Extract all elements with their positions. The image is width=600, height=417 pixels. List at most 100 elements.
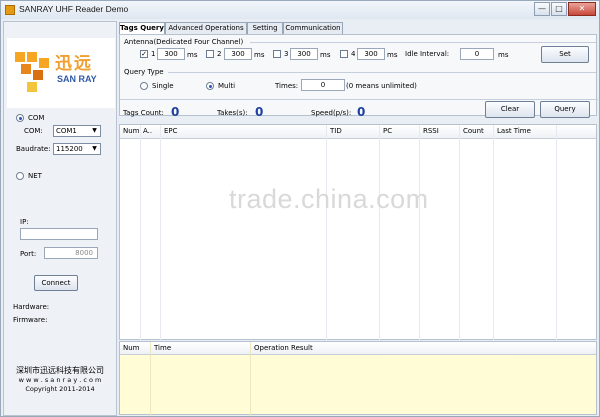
column-divider <box>459 125 460 341</box>
section-divider <box>120 99 598 100</box>
clear-button[interactable]: Clear <box>485 101 535 118</box>
column-header[interactable]: Last Time <box>497 127 531 135</box>
ip-label: IP: <box>20 218 29 226</box>
app-window: SANRAY UHF Reader Demo — □ ✕ 迅远 SAN RAY … <box>0 0 600 417</box>
antenna-3-label: 3 <box>284 50 289 58</box>
baudrate-select[interactable]: 115200 ▼ <box>53 143 101 155</box>
query-type-group-label: Query Type <box>124 68 164 76</box>
title-bar: SANRAY UHF Reader Demo — □ ✕ <box>1 1 599 19</box>
tags-table-header: Num A.. EPC TID PC RSSI Count Last Time <box>120 125 596 139</box>
column-header[interactable]: PC <box>383 127 392 135</box>
logo-english: SAN RAY <box>57 74 97 84</box>
minimize-button[interactable]: — <box>534 2 550 16</box>
tags-count-value: 0 <box>171 105 180 119</box>
copyright: Copyright 2011-2014 <box>25 385 95 393</box>
logo-square-icon <box>39 58 49 68</box>
antenna-4-unit: ms <box>387 51 398 59</box>
logo-square-icon <box>27 52 37 62</box>
column-header[interactable]: TID <box>330 127 342 135</box>
idle-interval-unit: ms <box>498 51 509 59</box>
maximize-button[interactable]: □ <box>551 2 567 16</box>
column-header[interactable]: Num <box>123 127 140 135</box>
idle-interval-label: Idle Interval: <box>405 50 450 58</box>
times-label: Times: <box>275 82 299 90</box>
com-port-label: COM: <box>24 127 43 135</box>
chevron-down-icon: ▼ <box>92 127 97 134</box>
logo-chinese: 迅远 <box>55 54 93 74</box>
column-divider <box>556 125 557 341</box>
antenna-4-dwell-input[interactable]: 300 <box>357 48 385 60</box>
antenna-3-dwell-input[interactable]: 300 <box>290 48 318 60</box>
logo-square-icon <box>15 52 25 62</box>
checkmark-icon: ✓ <box>141 50 147 58</box>
column-header[interactable]: Count <box>463 127 484 135</box>
antenna-1-label: 1 <box>151 50 156 58</box>
baudrate-value: 115200 <box>56 145 83 153</box>
antenna-2-checkbox[interactable] <box>206 50 214 58</box>
antenna-2-label: 2 <box>217 50 222 58</box>
column-divider <box>140 125 141 341</box>
baudrate-label: Baudrate: <box>16 145 51 153</box>
column-divider <box>379 125 380 341</box>
net-radio-label: NET <box>28 172 42 180</box>
group-divider <box>250 42 596 43</box>
close-button[interactable]: ✕ <box>568 2 596 16</box>
column-divider <box>250 342 251 416</box>
port-label: Port: <box>20 250 37 258</box>
operation-log-table[interactable]: Num Time Operation Result <box>119 341 597 416</box>
antenna-group-label: Antenna(Dedicated Four Channel) <box>124 38 244 46</box>
column-header[interactable]: Num <box>123 344 140 352</box>
antenna-1-unit: ms <box>187 51 198 59</box>
column-divider <box>326 125 327 341</box>
tags-count-label: Tags Count: <box>123 109 164 117</box>
tab-advanced-operations[interactable]: Advanced Operations <box>165 22 247 34</box>
antenna-4-checkbox[interactable] <box>340 50 348 58</box>
window-title: SANRAY UHF Reader Demo <box>19 4 129 14</box>
com-port-value: COM1 <box>56 127 77 135</box>
antenna-4-label: 4 <box>351 50 356 58</box>
antenna-2-dwell-input[interactable]: 300 <box>224 48 252 60</box>
watermark: trade.china.com <box>229 184 429 214</box>
com-port-select[interactable]: COM1 ▼ <box>53 125 101 137</box>
column-divider <box>160 125 161 341</box>
hardware-label: Hardware: <box>13 303 50 311</box>
logo-square-icon <box>27 82 37 92</box>
takes-value: 0 <box>255 105 264 119</box>
column-header[interactable]: RSSI <box>423 127 439 135</box>
antenna-1-dwell-input[interactable]: 300 <box>157 48 185 60</box>
idle-interval-input[interactable]: 0 <box>460 48 494 60</box>
speed-value: 0 <box>357 105 366 119</box>
antenna-1-checkbox[interactable]: ✓ <box>140 50 148 58</box>
column-header[interactable]: EPC <box>164 127 178 135</box>
multi-radio-label: Multi <box>218 82 236 90</box>
net-radio[interactable] <box>16 172 24 180</box>
chevron-down-icon: ▼ <box>92 145 97 152</box>
antenna-2-unit: ms <box>254 51 265 59</box>
com-radio[interactable] <box>16 114 24 122</box>
times-input[interactable]: 0 <box>301 79 345 91</box>
column-divider <box>493 125 494 341</box>
ip-input[interactable] <box>20 228 98 240</box>
column-header[interactable]: Operation Result <box>254 344 313 352</box>
tab-setting[interactable]: Setting <box>247 22 283 34</box>
log-table-header: Num Time Operation Result <box>120 342 596 355</box>
column-header[interactable]: A.. <box>143 127 152 135</box>
single-radio[interactable] <box>140 82 148 90</box>
antenna-3-checkbox[interactable] <box>273 50 281 58</box>
set-button[interactable]: Set <box>541 46 589 63</box>
group-divider <box>168 72 596 73</box>
port-input[interactable]: 8000 <box>44 247 98 259</box>
company-logo: 迅远 SAN RAY <box>7 38 115 108</box>
speed-label: Speed(p/s): <box>311 109 352 117</box>
column-header[interactable]: Time <box>154 344 171 352</box>
tab-communication[interactable]: Communication <box>283 22 343 34</box>
logo-square-icon <box>33 70 43 80</box>
antenna-3-unit: ms <box>320 51 331 59</box>
connect-button[interactable]: Connect <box>34 275 78 291</box>
single-radio-label: Single <box>152 82 174 90</box>
query-button[interactable]: Query <box>540 101 590 118</box>
multi-radio[interactable] <box>206 82 214 90</box>
takes-label: Takes(s): <box>217 109 248 117</box>
tags-table[interactable]: Num A.. EPC TID PC RSSI Count Last Time <box>119 124 597 341</box>
column-divider <box>419 125 420 341</box>
